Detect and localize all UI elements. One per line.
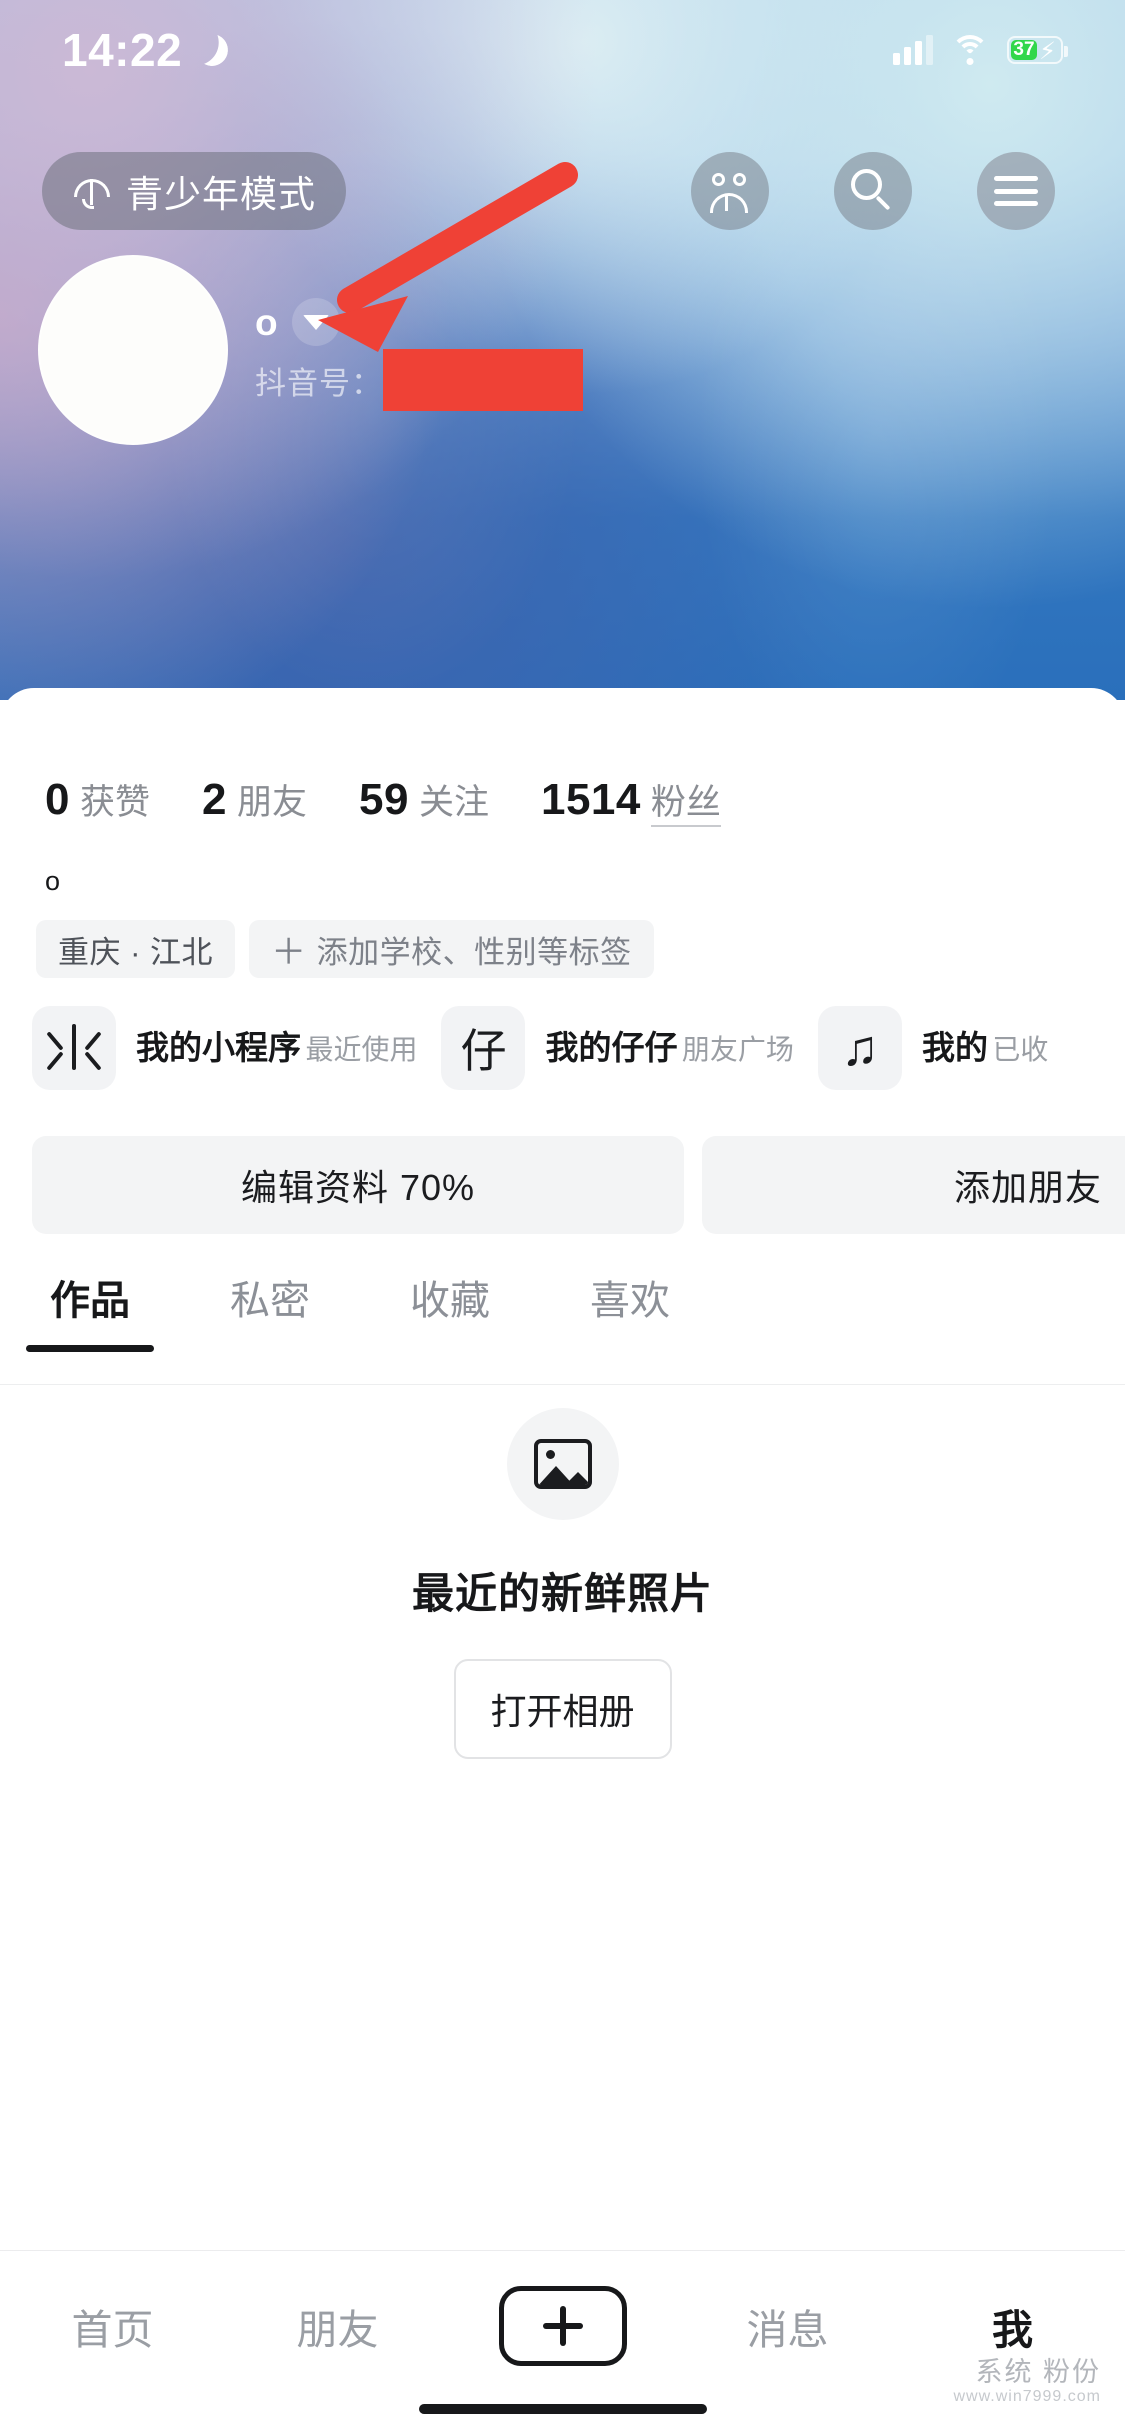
chevron-down-icon <box>302 314 329 330</box>
status-bar-right: 37 ⚡ <box>893 35 1068 65</box>
tag-add-info[interactable]: ＋ 添加学校、性别等标签 <box>249 920 654 978</box>
teen-mode-label: 青少年模式 <box>126 174 316 215</box>
tag-label: 添加学校、性别等标签 <box>316 934 632 970</box>
stat-likes[interactable]: 0 获赞 <box>45 774 150 825</box>
moon-icon <box>196 34 228 66</box>
nav-item-messages[interactable]: 消息 <box>675 2296 900 2356</box>
stat-fans[interactable]: 1514 粉丝 <box>541 774 721 827</box>
stat-value: 2 <box>202 775 227 824</box>
photo-placeholder-icon <box>506 1408 619 1520</box>
shortcut-cards-row: 我的小程序 最近使用 仔 我的仔仔 朋友广场 ♫ 我的 已收 <box>32 1006 1048 1090</box>
wifi-icon <box>951 35 989 65</box>
cellular-signal-icon <box>893 35 933 65</box>
status-bar-left: 14:22 <box>62 27 228 73</box>
card-title: 我的 <box>921 1029 988 1067</box>
tab-works[interactable]: 作品 <box>0 1268 180 1352</box>
umbrella-icon <box>72 171 112 211</box>
stat-friends[interactable]: 2 朋友 <box>202 774 307 825</box>
avatar[interactable] <box>38 255 228 445</box>
stat-label: 关注 <box>418 783 489 822</box>
stat-label: 粉丝 <box>650 774 721 827</box>
card-subtitle: 朋友广场 <box>681 1034 794 1066</box>
nav-item-me[interactable]: 我 <box>900 2296 1125 2356</box>
douyin-id-redaction <box>383 349 583 411</box>
watermark: 系统 粉份 www.win7999.com <box>954 2357 1102 2406</box>
profile-content-sheet: 0 获赞 2 朋友 59 关注 1514 粉丝 o 重庆 · 江北 ＋ 添加学校… <box>0 688 1125 2436</box>
douyin-id-label: 抖音号： <box>255 365 383 401</box>
empty-state: 最近的新鲜照片 打开相册 <box>0 1408 1125 1759</box>
profile-dropdown-button[interactable] <box>291 298 340 346</box>
hamburger-menu-icon <box>994 176 1038 206</box>
zaizai-glyph: 仔 <box>460 1024 507 1078</box>
music-glyph: ♫ <box>841 1020 879 1076</box>
tag-label: 重庆 · 江北 <box>58 934 214 970</box>
tab-liked[interactable]: 喜欢 <box>540 1268 720 1352</box>
battery-percent: 37 <box>1013 39 1035 60</box>
plus-create-icon <box>498 2286 627 2366</box>
search-icon <box>851 169 895 213</box>
douyin-profile-screen: 14:22 37 ⚡ 青少年模式 o 抖音号： 0 获赞 2 朋友 59 关注 … <box>0 0 1125 2436</box>
bio-text[interactable]: o <box>45 866 60 897</box>
search-button[interactable] <box>834 152 912 230</box>
teen-mode-button[interactable]: 青少年模式 <box>42 152 346 230</box>
stat-value: 1514 <box>540 775 641 824</box>
tab-private[interactable]: 私密 <box>180 1268 360 1352</box>
tabs-divider <box>0 1383 1125 1385</box>
stat-label: 获赞 <box>79 783 150 822</box>
open-album-button[interactable]: 打开相册 <box>453 1659 672 1759</box>
card-mini-programs[interactable]: 我的小程序 最近使用 <box>32 1006 417 1090</box>
status-time: 14:22 <box>62 24 183 76</box>
lightning-bolt-icon: ⚡ <box>1039 38 1056 65</box>
stat-following[interactable]: 59 关注 <box>359 774 489 825</box>
tag-location[interactable]: 重庆 · 江北 <box>36 920 236 978</box>
nav-item-create[interactable] <box>450 2286 675 2366</box>
tags-row: 重庆 · 江北 ＋ 添加学校、性别等标签 <box>36 920 654 978</box>
douyin-id-row[interactable]: 抖音号： <box>255 349 583 411</box>
card-zaizai[interactable]: 仔 我的仔仔 朋友广场 <box>441 1006 794 1090</box>
bottom-navigation: 首页 朋友 消息 我 系统 粉份 www.win7999.com <box>0 2250 1125 2436</box>
nav-item-friends[interactable]: 朋友 <box>225 2296 450 2356</box>
stats-row: 0 获赞 2 朋友 59 关注 1514 粉丝 <box>45 774 721 827</box>
menu-button[interactable] <box>977 152 1055 230</box>
friends-button[interactable] <box>691 152 769 230</box>
content-tabs: 作品 私密 收藏 喜欢 <box>0 1268 1125 1388</box>
mini-program-icon <box>32 1006 116 1090</box>
status-bar: 14:22 37 ⚡ <box>0 0 1125 100</box>
stat-value: 0 <box>45 775 70 824</box>
battery-icon: 37 ⚡ <box>1007 36 1068 65</box>
plus-icon: ＋ <box>271 932 307 972</box>
card-music[interactable]: ♫ 我的 已收 <box>817 1006 1049 1090</box>
people-icon <box>707 171 753 213</box>
watermark-line2: www.win7999.com <box>953 2387 1101 2405</box>
card-subtitle: 最近使用 <box>305 1034 418 1066</box>
stat-label: 朋友 <box>236 783 307 822</box>
card-title: 我的仔仔 <box>545 1029 678 1067</box>
tab-favorites[interactable]: 收藏 <box>360 1268 540 1352</box>
edit-profile-button[interactable]: 编辑资料 70% <box>32 1136 684 1234</box>
home-indicator <box>418 2404 707 2414</box>
watermark-line1: 系统 粉份 <box>975 2356 1101 2387</box>
top-bar: 青少年模式 <box>0 152 1125 240</box>
action-buttons-row: 编辑资料 70% 添加朋友 <box>32 1136 1125 1234</box>
card-subtitle: 已收 <box>992 1034 1049 1066</box>
zaizai-icon: 仔 <box>441 1006 526 1090</box>
stat-value: 59 <box>359 775 409 824</box>
empty-state-title: 最近的新鲜照片 <box>411 1570 713 1617</box>
username: o <box>255 301 278 343</box>
nav-item-home[interactable]: 首页 <box>0 2296 225 2356</box>
username-row: o <box>255 298 340 346</box>
card-title: 我的小程序 <box>136 1029 301 1067</box>
music-note-icon: ♫ <box>817 1006 902 1090</box>
add-friend-button[interactable]: 添加朋友 <box>702 1136 1125 1234</box>
